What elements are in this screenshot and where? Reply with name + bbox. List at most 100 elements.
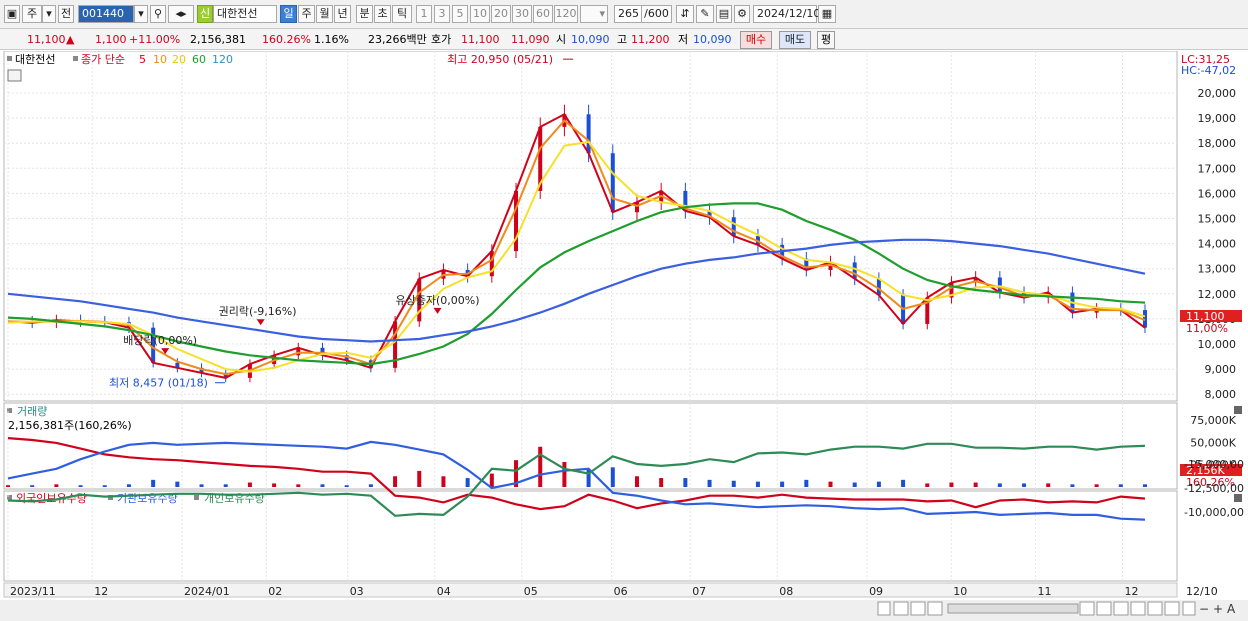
- price-tick-label: 15,000: [1198, 213, 1237, 226]
- zoom-in-icon[interactable]: +: [1213, 602, 1223, 616]
- volume-bar: [6, 485, 10, 487]
- holdings-tick-label: -15,000,00: [1184, 458, 1244, 471]
- print-icon[interactable]: [1182, 601, 1196, 616]
- legend-bullet: [194, 495, 199, 500]
- magnet-icon[interactable]: [1147, 601, 1163, 616]
- buy-button[interactable]: 매수: [740, 31, 772, 49]
- period-day[interactable]: 일: [280, 5, 297, 23]
- search-icon[interactable]: ⚲: [150, 5, 166, 23]
- layout-icon[interactable]: ▣: [4, 5, 20, 23]
- volume-bar: [151, 479, 156, 487]
- gear-icon[interactable]: ⚙: [734, 5, 750, 23]
- volume-bar: [925, 483, 930, 487]
- high-price: 11,200: [631, 33, 670, 46]
- legend-ma60: 60: [192, 53, 206, 66]
- last-pct-label: 11,00%: [1186, 322, 1228, 335]
- holdings-tick-label: -10,000,00: [1184, 506, 1244, 519]
- font-size-icon[interactable]: A: [1227, 602, 1236, 616]
- volume-readout: 2,156,381주(160,26%): [8, 419, 132, 432]
- rewind-icon[interactable]: [893, 601, 909, 616]
- volume-bar: [296, 484, 301, 487]
- price-tick-label: 18,000: [1198, 137, 1237, 150]
- period-month[interactable]: 월: [316, 5, 333, 23]
- volume-bar: [1046, 483, 1051, 487]
- date-input[interactable]: 2024/12/10: [753, 5, 820, 23]
- candle-body: [997, 277, 1002, 293]
- type-button[interactable]: 주: [22, 5, 42, 23]
- legend-ma10: 10: [153, 53, 167, 66]
- high-annotation-label: 최고 20,950 (05/21): [447, 53, 553, 66]
- period-second[interactable]: 초: [374, 5, 391, 23]
- low-price: 10,090: [693, 33, 732, 46]
- volume-bar: [901, 479, 906, 487]
- fast-forward-icon[interactable]: [927, 601, 943, 616]
- zoom-out-icon[interactable]: −: [1199, 602, 1209, 616]
- holdings-close-icon[interactable]: [1234, 494, 1242, 502]
- scroll-right-icon[interactable]: [877, 601, 891, 616]
- reset-icon[interactable]: [1164, 601, 1180, 616]
- chevron-down-icon: ▾: [599, 7, 605, 20]
- grid-toggle-icon[interactable]: [7, 69, 22, 82]
- interval-60[interactable]: 60: [533, 5, 553, 23]
- volume-title: 거래량: [17, 405, 47, 418]
- interval-dropdown[interactable]: ▾: [580, 5, 608, 23]
- zoom-slider[interactable]: [947, 603, 1079, 614]
- high-label: 고: [617, 33, 628, 46]
- draw-icon[interactable]: ✎: [696, 5, 714, 23]
- legend-ma20: 20: [172, 53, 186, 66]
- change-value: 1,100: [95, 33, 127, 46]
- save-icon[interactable]: ▤: [716, 5, 732, 23]
- count-input[interactable]: 265: [614, 5, 642, 23]
- x-tick-label: 11: [1038, 585, 1052, 598]
- price-tick-label: 10,000: [1198, 338, 1237, 351]
- volume-bar: [538, 446, 543, 487]
- volume-bar: [707, 479, 712, 487]
- interval-1[interactable]: 1: [416, 5, 432, 23]
- period-tick[interactable]: 틱: [392, 5, 412, 23]
- avg-button[interactable]: 평: [817, 31, 835, 49]
- period-minute[interactable]: 분: [356, 5, 373, 23]
- crosshair-icon[interactable]: [1096, 601, 1112, 616]
- price-pane: [3, 51, 1178, 402]
- x-tick-label: 03: [350, 585, 364, 598]
- volume-bar: [852, 482, 857, 487]
- code-input[interactable]: 001440: [78, 5, 134, 23]
- x-tick-label: 10: [953, 585, 967, 598]
- period-year[interactable]: 년: [334, 5, 351, 23]
- price-tick-label: 13,000: [1198, 263, 1237, 276]
- volume-bar: [465, 478, 470, 487]
- interval-5[interactable]: 5: [452, 5, 468, 23]
- text-tool-icon[interactable]: [1130, 601, 1146, 616]
- price-tick-label: 14,000: [1198, 238, 1237, 251]
- speaker-icon[interactable]: ◂▸: [168, 5, 194, 23]
- stop-icon[interactable]: [910, 601, 926, 616]
- interval-3[interactable]: 3: [434, 5, 450, 23]
- volume-bar: [828, 481, 833, 487]
- interval-10[interactable]: 10: [470, 5, 490, 23]
- volume-tick-label: 50,000K: [1190, 436, 1236, 449]
- volume-bar: [973, 482, 978, 487]
- code-dropdown-icon[interactable]: ▾: [134, 5, 148, 23]
- volume-bar: [949, 482, 954, 487]
- current-price: 11,100: [27, 33, 66, 46]
- line-tool-icon[interactable]: [1113, 601, 1129, 616]
- chevron-down-icon[interactable]: ▾: [42, 5, 56, 23]
- compare-icon[interactable]: ⇵: [676, 5, 694, 23]
- interval-30[interactable]: 30: [512, 5, 532, 23]
- prev-button[interactable]: 전: [58, 5, 74, 23]
- volume-bar: [441, 476, 446, 487]
- count-total: /600: [642, 5, 672, 23]
- tool-icon[interactable]: [1079, 601, 1095, 616]
- volume-bar: [393, 476, 398, 487]
- interval-120[interactable]: 120: [554, 5, 578, 23]
- calendar-icon[interactable]: ▦: [818, 5, 836, 23]
- volume-bar: [876, 481, 881, 487]
- sell-button[interactable]: 매도: [779, 31, 811, 49]
- volume-bar: [755, 481, 760, 487]
- period-week[interactable]: 주: [298, 5, 315, 23]
- interval-20[interactable]: 20: [491, 5, 511, 23]
- volume-close-icon[interactable]: [1234, 406, 1242, 414]
- ask-price: 11,100: [461, 33, 500, 46]
- stock-name-field[interactable]: 대한전선: [213, 5, 277, 23]
- x-tick-label: 12/10: [1186, 585, 1218, 598]
